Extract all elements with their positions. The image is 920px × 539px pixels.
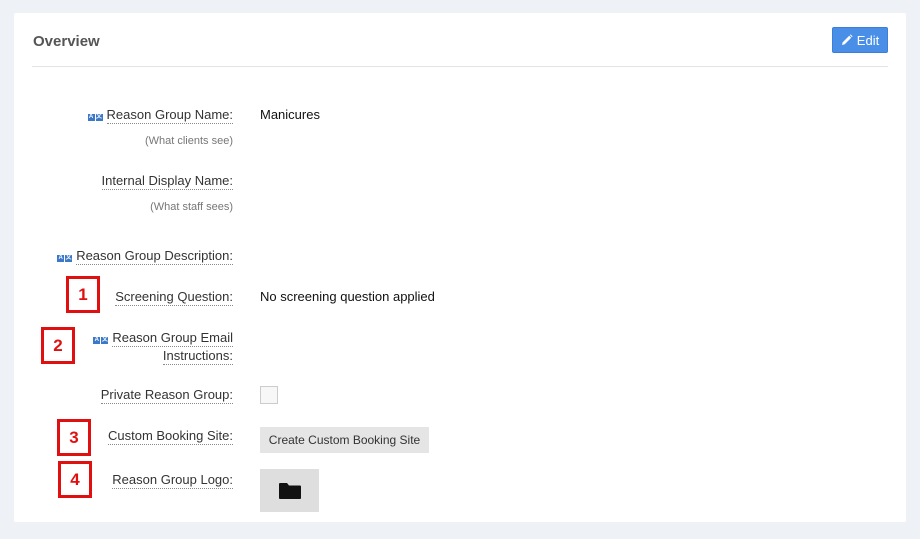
edit-button-label: Edit: [856, 32, 880, 48]
panel-title: Overview: [33, 33, 100, 50]
edit-button[interactable]: Edit: [832, 27, 888, 53]
upload-logo-button[interactable]: [260, 469, 319, 512]
annotation-marker-1: 1: [66, 276, 100, 313]
reason-group-name-hint: (What clients see): [144, 135, 233, 147]
create-custom-booking-site-button[interactable]: Create Custom Booking Site: [260, 427, 429, 453]
internal-display-name-hint: (What staff sees): [150, 201, 233, 213]
reason-group-name-label: A 文 Reason Group Name:: [87, 107, 233, 124]
reason-group-name-value: Manicures: [260, 107, 320, 122]
reason-group-description-label: A 文 Reason Group Description:: [57, 248, 233, 265]
reason-group-email-instructions-label: A 文 Reason Group Email Instructions:: [93, 330, 233, 365]
internal-display-name-label: Internal Display Name:: [101, 173, 233, 190]
translate-icon: A文: [87, 114, 103, 121]
reason-group-logo-label: Reason Group Logo:: [112, 472, 233, 489]
private-reason-group-label: Private Reason Group:: [100, 387, 233, 404]
annotation-marker-2: 2: [41, 327, 75, 364]
annotation-marker-4: 4: [58, 461, 92, 498]
screening-question-label: Screening Question:: [115, 289, 233, 306]
custom-booking-site-label: Custom Booking Site:: [107, 428, 233, 445]
pencil-icon: [841, 34, 853, 45]
private-reason-group-checkbox[interactable]: [260, 386, 278, 404]
overview-panel: Overview Edit A 文 Reason Group Name: (What…: [14, 13, 906, 522]
divider: [32, 66, 888, 67]
screening-question-value: No screening question applied: [260, 289, 435, 304]
translate-icon: A文: [57, 255, 73, 262]
folder-icon: [278, 482, 301, 499]
translate-icon: A文: [93, 337, 109, 344]
annotation-marker-3: 3: [57, 419, 91, 456]
